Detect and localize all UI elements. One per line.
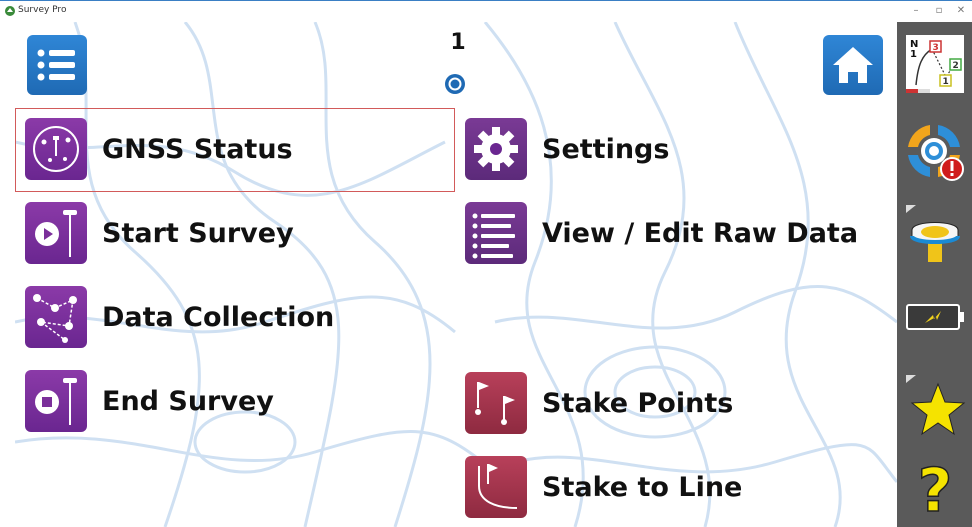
svg-text:1: 1 [942,77,948,87]
menu-item-end-survey[interactable]: End Survey [25,370,274,432]
close-button[interactable]: ✕ [950,4,972,18]
menu-item-settings[interactable]: Settings [465,118,669,180]
settings-warning-icon [907,125,964,181]
window-titlebar: Survey Pro – ▫ ✕ [0,0,972,22]
end-survey-icon [25,370,87,432]
menu-item-stake-points[interactable]: Stake Points [465,372,733,434]
sidebar-item-map[interactable]: N 1 3 2 1 [897,34,972,94]
stake-points-icon [465,372,527,434]
app-icon [5,6,15,16]
minimize-button[interactable]: – [905,4,927,18]
stake-line-icon [465,456,527,518]
menu-item-stake-to-line[interactable]: Stake to Line [465,456,742,518]
sidebar-item-favorites[interactable] [897,367,972,442]
start-survey-icon [25,202,87,264]
menu-item-label: View / Edit Raw Data [542,217,859,249]
menu-item-label: Stake to Line [542,471,743,503]
maximize-button[interactable]: ▫ [928,4,950,18]
svg-text:1: 1 [910,49,917,60]
page-dot-icon[interactable] [444,73,466,95]
sidebar-item-battery[interactable] [897,287,972,347]
svg-text:?: ? [917,456,952,519]
map-view-icon: N 1 3 2 1 [905,35,964,93]
help-icon: ? [916,455,952,519]
battery-icon [905,304,964,330]
page-number: 1 [450,30,466,55]
svg-text:3: 3 [932,43,938,53]
gnss-status-icon [25,118,87,180]
right-sidebar: N 1 3 2 1 ? [897,22,972,527]
home-button[interactable] [823,35,883,95]
raw-data-icon [465,202,527,264]
topographic-background [15,22,897,527]
window-title: Survey Pro [18,5,67,15]
svg-text:2: 2 [952,61,958,71]
menu-item-gnss-status[interactable]: GNSS Status [25,118,293,180]
menu-item-label: End Survey [102,385,274,417]
favorites-star-icon [905,374,965,435]
menu-item-label: Data Collection [102,301,335,333]
menu-item-view-edit-raw-data[interactable]: View / Edit Raw Data [465,202,858,264]
sidebar-item-help[interactable]: ? [897,452,972,522]
menu-item-start-survey[interactable]: Start Survey [25,202,294,264]
gnss-receiver-icon [905,205,960,262]
sidebar-item-gnss-receiver[interactable] [897,200,972,270]
menu-item-label: Settings [542,133,670,165]
home-icon [833,47,873,83]
main-panel: 1 GNSS Status Start Survey Data Collecti… [15,22,897,527]
menu-item-data-collection[interactable]: Data Collection [25,286,334,348]
gear-icon [465,118,527,180]
menu-item-label: Start Survey [102,217,294,249]
menu-item-label: Stake Points [542,387,734,419]
sidebar-item-settings-warning[interactable] [897,117,972,187]
menu-button[interactable] [27,35,87,95]
left-margin [0,22,15,527]
menu-item-label: GNSS Status [102,133,293,165]
list-menu-icon [37,49,75,81]
data-collection-icon [25,286,87,348]
